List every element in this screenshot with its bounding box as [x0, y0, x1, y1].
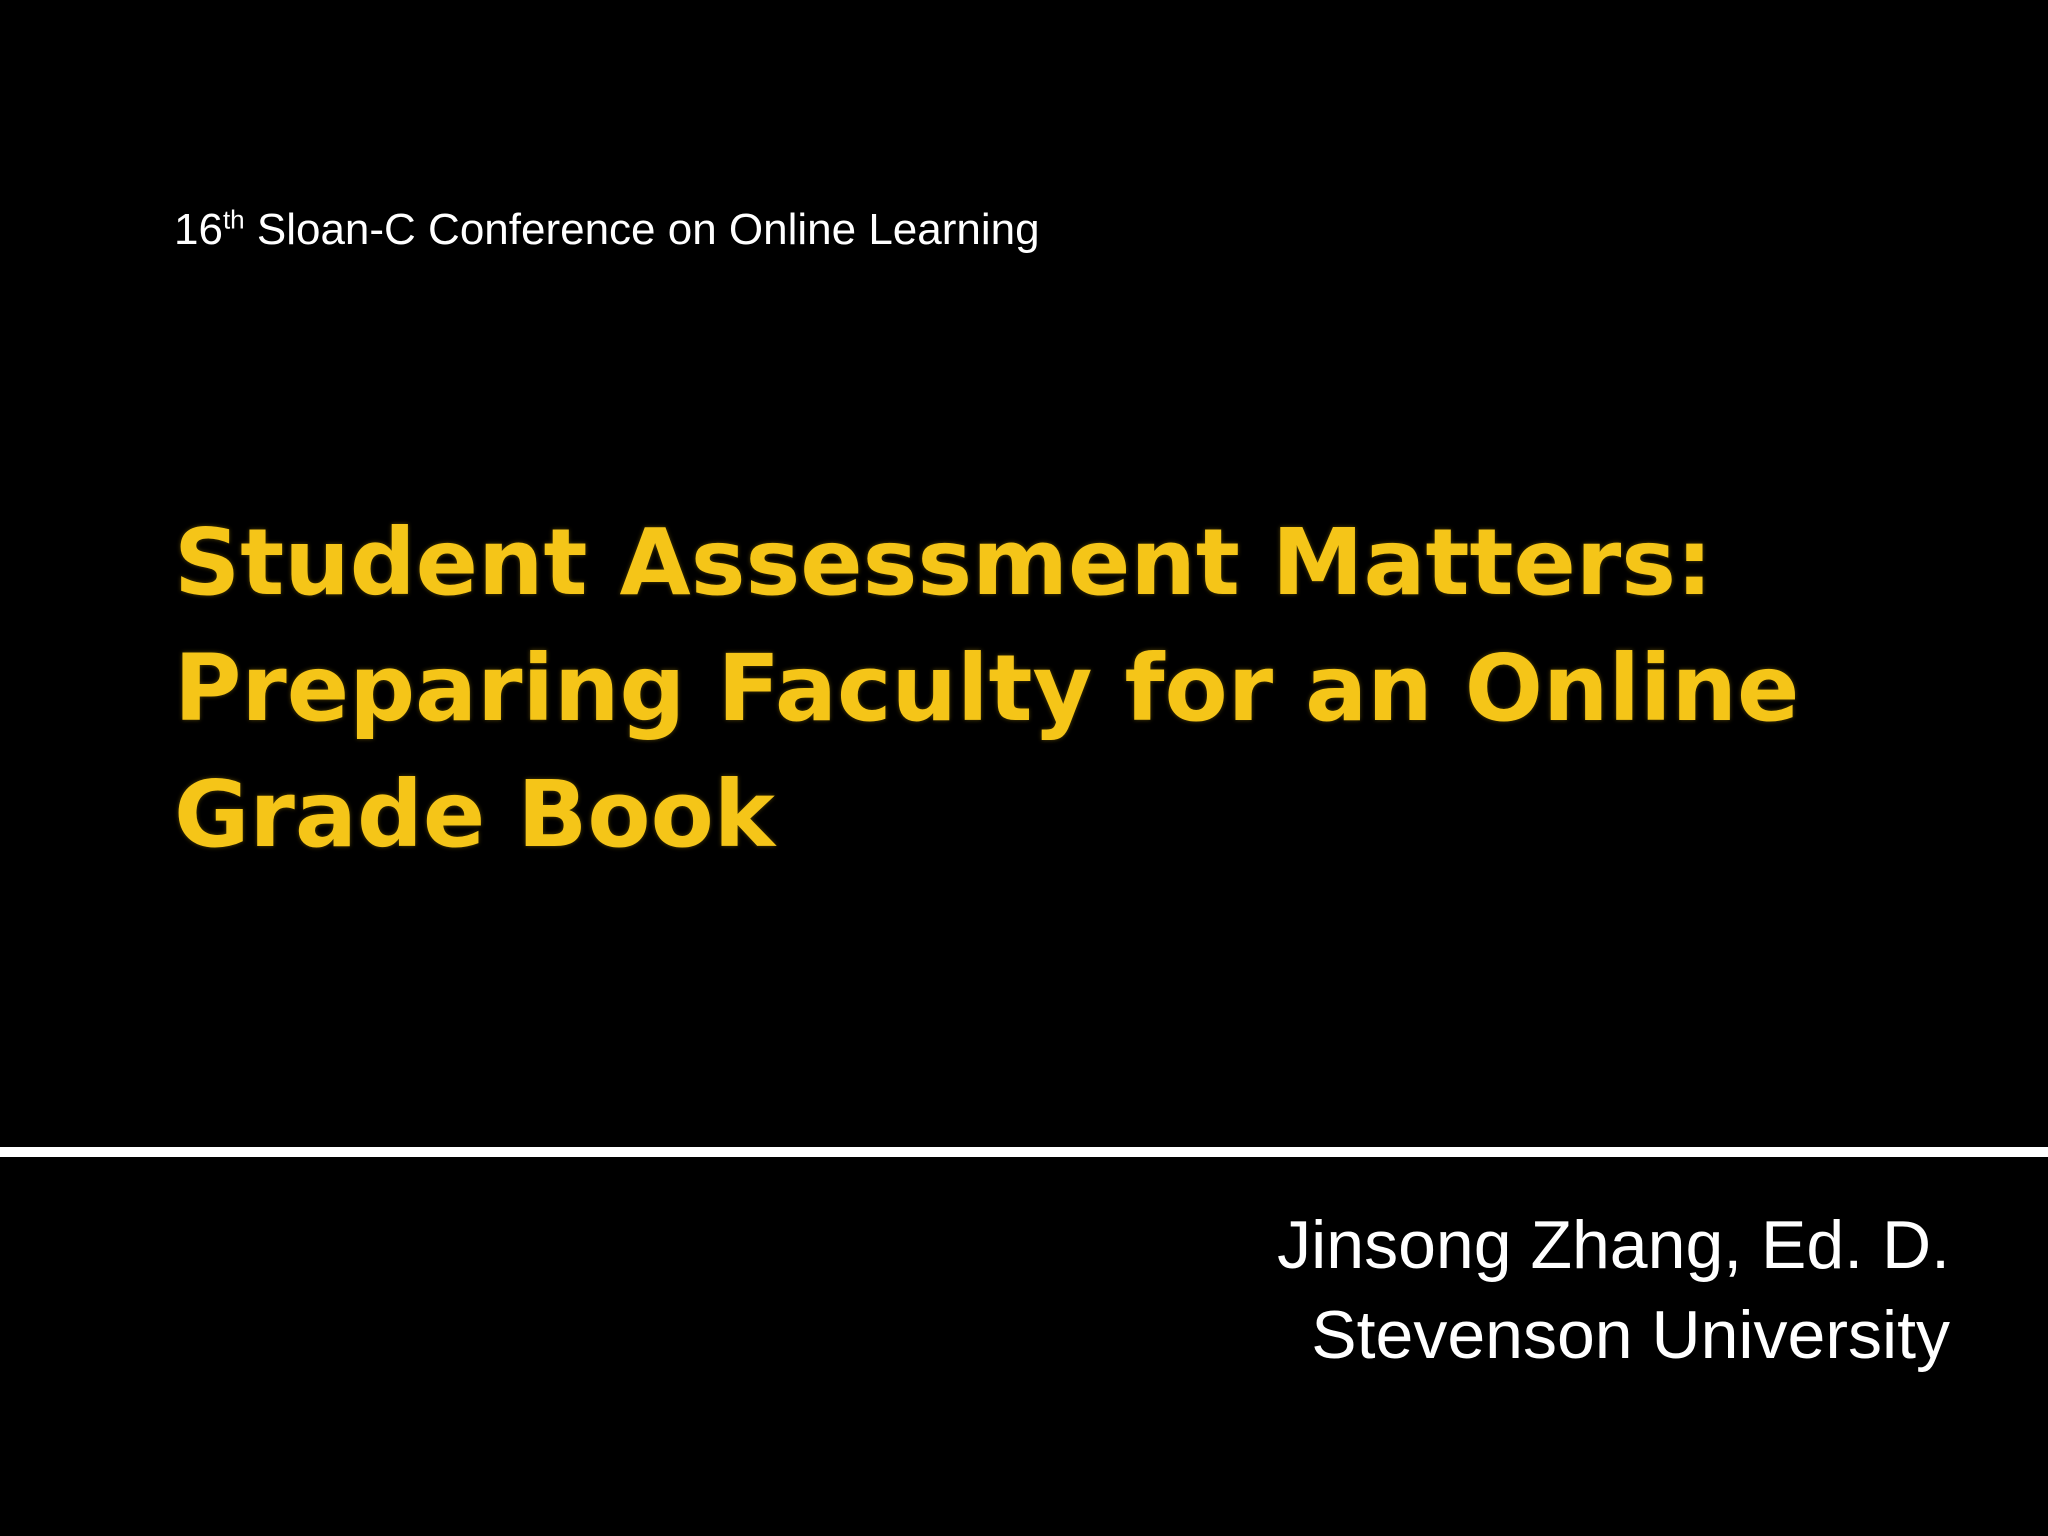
author-institution: Stevenson University	[1311, 1297, 1950, 1373]
slide-title-line-3: Grade Book	[174, 761, 775, 868]
title-slide: 16th Sloan-C Conference on Online Learni…	[0, 0, 2048, 1536]
conference-name: 16th Sloan-C Conference on Online Learni…	[174, 200, 1040, 260]
slide-title-line-1: Student Assessment Matters:	[174, 509, 1713, 616]
horizontal-divider	[0, 1147, 2048, 1157]
slide-title: Student Assessment Matters: Preparing Fa…	[174, 500, 1894, 878]
slide-header-area: 16th Sloan-C Conference on Online Learni…	[0, 0, 2048, 1148]
author-name: Jinsong Zhang, Ed. D.	[1277, 1207, 1950, 1283]
author-block: Jinsong Zhang, Ed. D. Stevenson Universi…	[1277, 1200, 1950, 1380]
conference-title: Sloan-C Conference on Online Learning	[244, 205, 1040, 254]
conference-ordinal-suffix: th	[222, 204, 245, 235]
slide-title-line-2: Preparing Faculty for an Online	[174, 635, 1800, 742]
conference-ordinal-number: 16	[174, 205, 223, 254]
